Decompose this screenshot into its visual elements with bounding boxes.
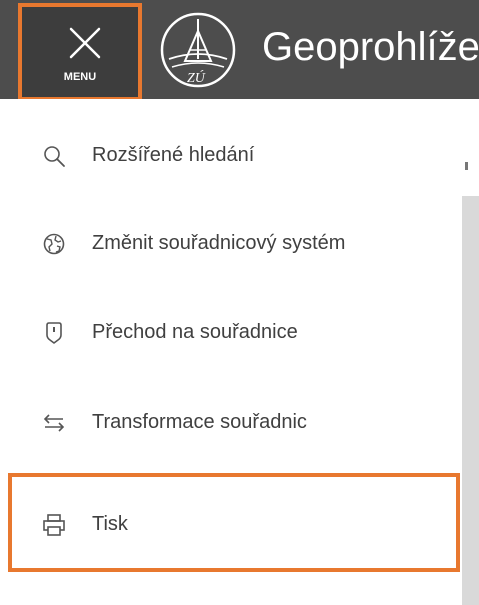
menu-item-label: Rozšířené hledání [92, 144, 255, 166]
menu-toggle-button[interactable]: MENU [18, 3, 142, 101]
menu-item-go-to-coordinates[interactable]: Přechod na souřadnice [0, 289, 462, 379]
location-pin-icon [46, 322, 62, 344]
menu-item-label: Transformace souřadnic [92, 411, 307, 433]
globe-icon [43, 233, 65, 255]
zu-logo-icon: ZÚ [160, 12, 236, 88]
menu-item-advanced-search[interactable]: Rozšířené hledání [0, 111, 462, 201]
print-icon [43, 514, 65, 536]
close-icon [69, 27, 101, 59]
header-bar: MENU ZÚ Geoprohlížeč [0, 0, 479, 101]
menu-item-print[interactable]: Tisk [0, 480, 462, 570]
map-cursor-mark [465, 162, 468, 170]
menu-item-label: Tisk [92, 513, 128, 535]
menu-item-label: Přechod na souřadnice [92, 321, 298, 343]
transform-arrows-icon [43, 414, 65, 432]
side-menu: Rozšířené hledání Změnit souřadnicový sy… [0, 99, 462, 605]
app-window: MENU ZÚ Geoprohlížeč Rozšířené hledání Z… [0, 0, 479, 605]
menu-item-label: Změnit souřadnicový systém [92, 232, 346, 254]
app-title: Geoprohlížeč [262, 25, 479, 69]
map-panel-top [462, 99, 479, 196]
menu-item-change-coordinate-system[interactable]: Změnit souřadnicový systém [0, 200, 462, 290]
search-icon [44, 146, 65, 167]
menu-caption: MENU [63, 71, 97, 83]
svg-text:ZÚ: ZÚ [187, 69, 206, 86]
menu-item-transform-coordinates[interactable]: Transformace souřadnic [0, 378, 462, 468]
